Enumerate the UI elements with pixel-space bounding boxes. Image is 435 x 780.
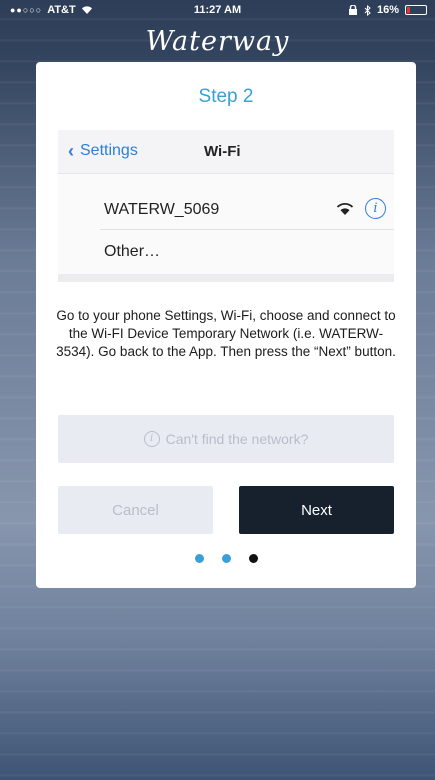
panel-divider (58, 274, 394, 282)
network-name: WATERW_5069 (104, 201, 220, 218)
info-icon: i (143, 431, 160, 447)
info-icon: i (365, 198, 386, 219)
wifi-signal-icon (336, 203, 354, 215)
cant-find-network-button[interactable]: i Can't find the network? (58, 415, 394, 463)
battery-percent: 16% (376, 4, 399, 16)
status-bar: ●●○○○ AT&T 11:27 AM 16% (0, 0, 435, 22)
settings-back-link: ‹ Settings (68, 142, 138, 160)
app-logo: Waterway (145, 26, 290, 57)
setup-dialog: Step 2 ‹ Settings Wi-Fi WATERW_5069 i Ot… (36, 62, 416, 588)
network-name: Other… (104, 243, 161, 260)
cancel-button[interactable]: Cancel (58, 486, 213, 534)
battery-icon (405, 5, 427, 15)
next-button[interactable]: Next (239, 486, 394, 534)
network-row: Other… (100, 232, 394, 272)
chevron-left-icon: ‹ (68, 141, 74, 161)
network-row: WATERW_5069 i (100, 190, 394, 230)
page-dot (194, 554, 204, 563)
wifi-nav-title: Wi-Fi (204, 143, 241, 160)
page-dot-active (248, 554, 258, 563)
lock-rotation-icon (348, 5, 357, 15)
wifi-nav-bar: ‹ Settings Wi-Fi (58, 130, 394, 174)
page-dot (221, 554, 231, 563)
page-indicator (36, 554, 416, 563)
back-link-label: Settings (80, 142, 138, 159)
wifi-settings-illustration: ‹ Settings Wi-Fi WATERW_5069 i Other… (58, 130, 394, 282)
bluetooth-icon (364, 4, 371, 16)
instructions-text: Go to your phone Settings, Wi-Fi, choose… (56, 308, 396, 359)
step-title: Step 2 (198, 86, 254, 107)
cant-find-label: Can't find the network? (165, 431, 309, 447)
